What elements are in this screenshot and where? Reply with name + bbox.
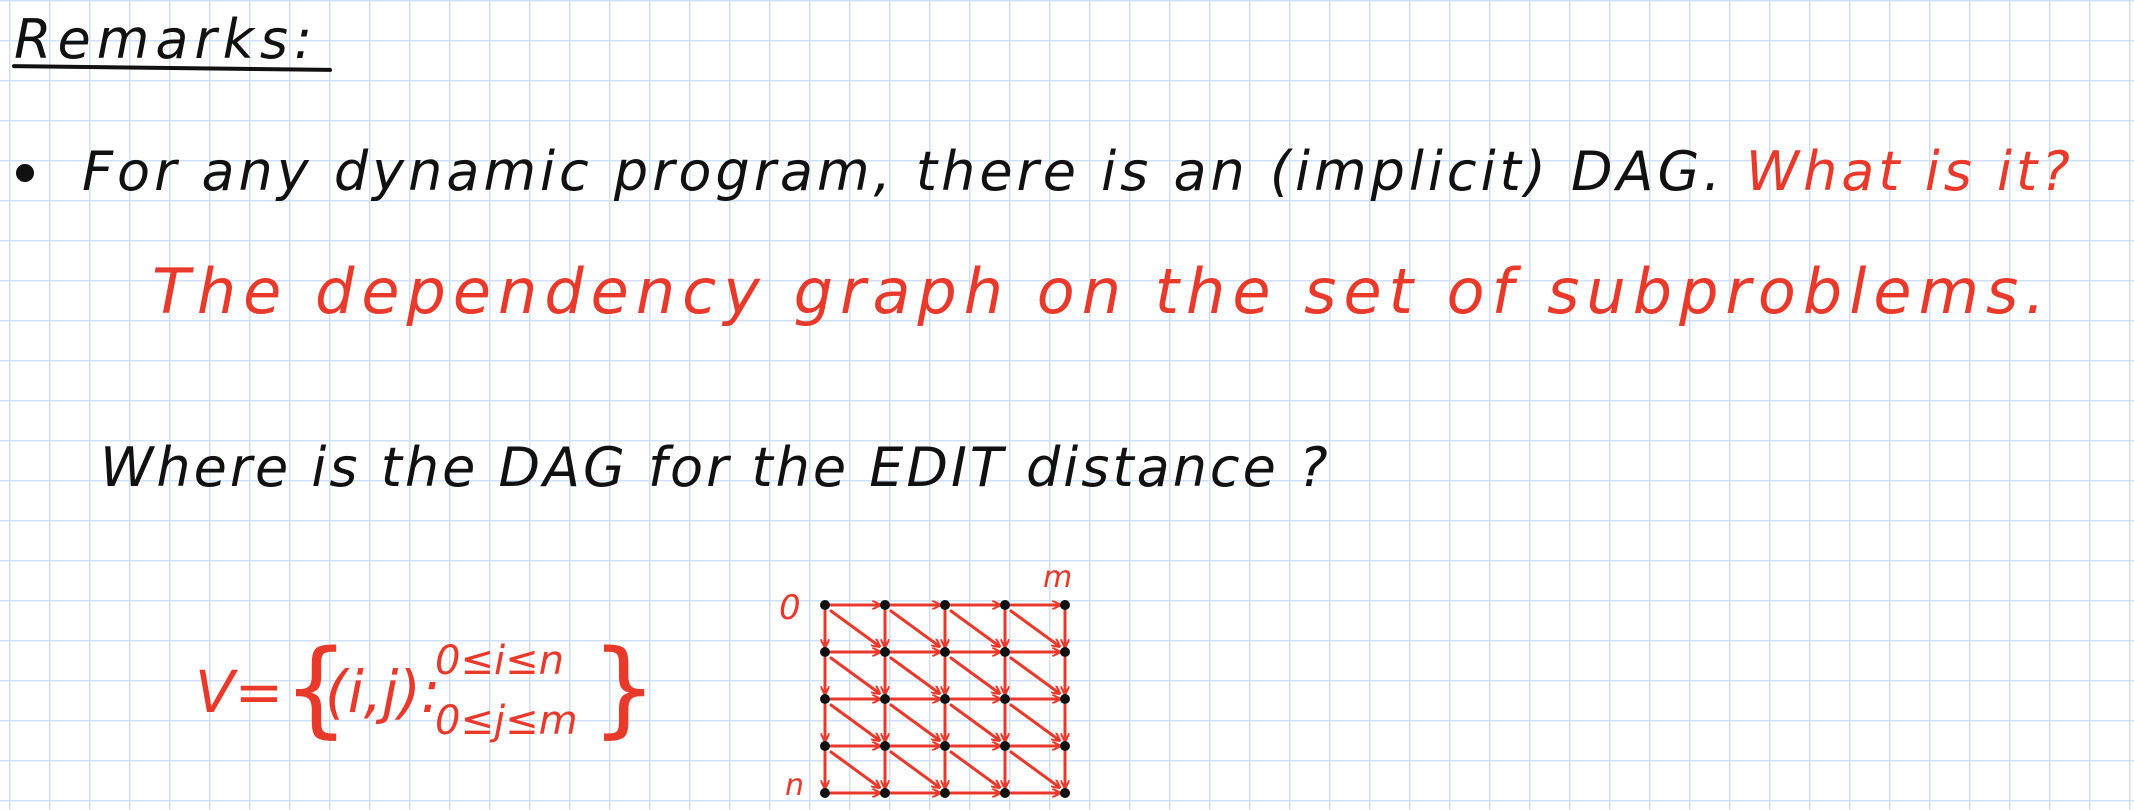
condition-i: 0≤i≤n xyxy=(435,638,564,684)
origin-label: 0 xyxy=(779,588,801,628)
dag-edge-diagonal xyxy=(949,750,999,787)
dag-edge-diagonal xyxy=(829,656,879,693)
dag-edge-diagonal xyxy=(889,703,939,740)
dag-node xyxy=(1060,694,1070,704)
dag-edge-diagonal xyxy=(1009,656,1059,693)
dag-edge-diagonal xyxy=(889,750,939,787)
dag-node xyxy=(880,600,890,610)
edit-distance-question: Where is the DAG for the EDIT distance ? xyxy=(100,436,1331,499)
columns-end-label: m xyxy=(1043,560,1073,595)
dag-node xyxy=(1060,647,1070,657)
bullet-line: For any dynamic program, there is an (im… xyxy=(82,140,2074,203)
dag-node xyxy=(880,788,890,798)
dag-grid-svg xyxy=(820,600,1070,798)
dag-node xyxy=(820,788,830,798)
dag-edge-diagonal xyxy=(1009,750,1059,787)
right-brace: } xyxy=(591,627,658,749)
dependency-graph-answer: The dependency graph on the set of subpr… xyxy=(152,255,2052,328)
dag-edge-diagonal xyxy=(949,609,999,646)
dag-node xyxy=(1000,694,1010,704)
dag-node xyxy=(940,694,950,704)
dag-edge-diagonal xyxy=(889,609,939,646)
dag-edge-diagonal xyxy=(949,703,999,740)
dag-edge-diagonal xyxy=(829,703,879,740)
dag-node xyxy=(1060,788,1070,798)
dag-edge-diagonal xyxy=(829,750,879,787)
dag-question: What is it? xyxy=(1745,140,2074,203)
dag-edge-diagonal xyxy=(949,656,999,693)
dag-node xyxy=(940,741,950,751)
dag-node xyxy=(880,741,890,751)
dag-edge-diagonal xyxy=(1009,703,1059,740)
dag-edge-diagonal xyxy=(1009,609,1059,646)
dag-edge-diagonal xyxy=(829,609,879,646)
dag-node xyxy=(880,647,890,657)
rows-end-label: n xyxy=(785,768,805,803)
dag-node xyxy=(940,600,950,610)
dag-node xyxy=(1060,600,1070,610)
dag-statement: For any dynamic program, there is an (im… xyxy=(82,140,1725,203)
dag-node xyxy=(880,694,890,704)
vertex-set-definition: V= { (i,j): 0≤i≤n 0≤j≤m } xyxy=(195,632,657,772)
dag-node xyxy=(1000,647,1010,657)
vertex-set-prefix: V= xyxy=(195,658,284,726)
dag-node xyxy=(1000,741,1010,751)
condition-j: 0≤j≤m xyxy=(435,698,578,744)
dag-node xyxy=(820,600,830,610)
dag-node xyxy=(820,741,830,751)
dag-edge-diagonal xyxy=(889,656,939,693)
dag-node xyxy=(820,647,830,657)
dag-node xyxy=(1060,741,1070,751)
dag-node xyxy=(940,647,950,657)
bullet-point xyxy=(16,164,34,182)
dag-node xyxy=(940,788,950,798)
remarks-heading: Remarks: xyxy=(14,8,319,71)
vertex-pair: (i,j): xyxy=(325,658,441,726)
dag-node xyxy=(820,694,830,704)
dag-node xyxy=(1000,788,1010,798)
dag-node xyxy=(1000,600,1010,610)
edit-distance-dag-sketch: 0 m n xyxy=(775,560,1095,810)
